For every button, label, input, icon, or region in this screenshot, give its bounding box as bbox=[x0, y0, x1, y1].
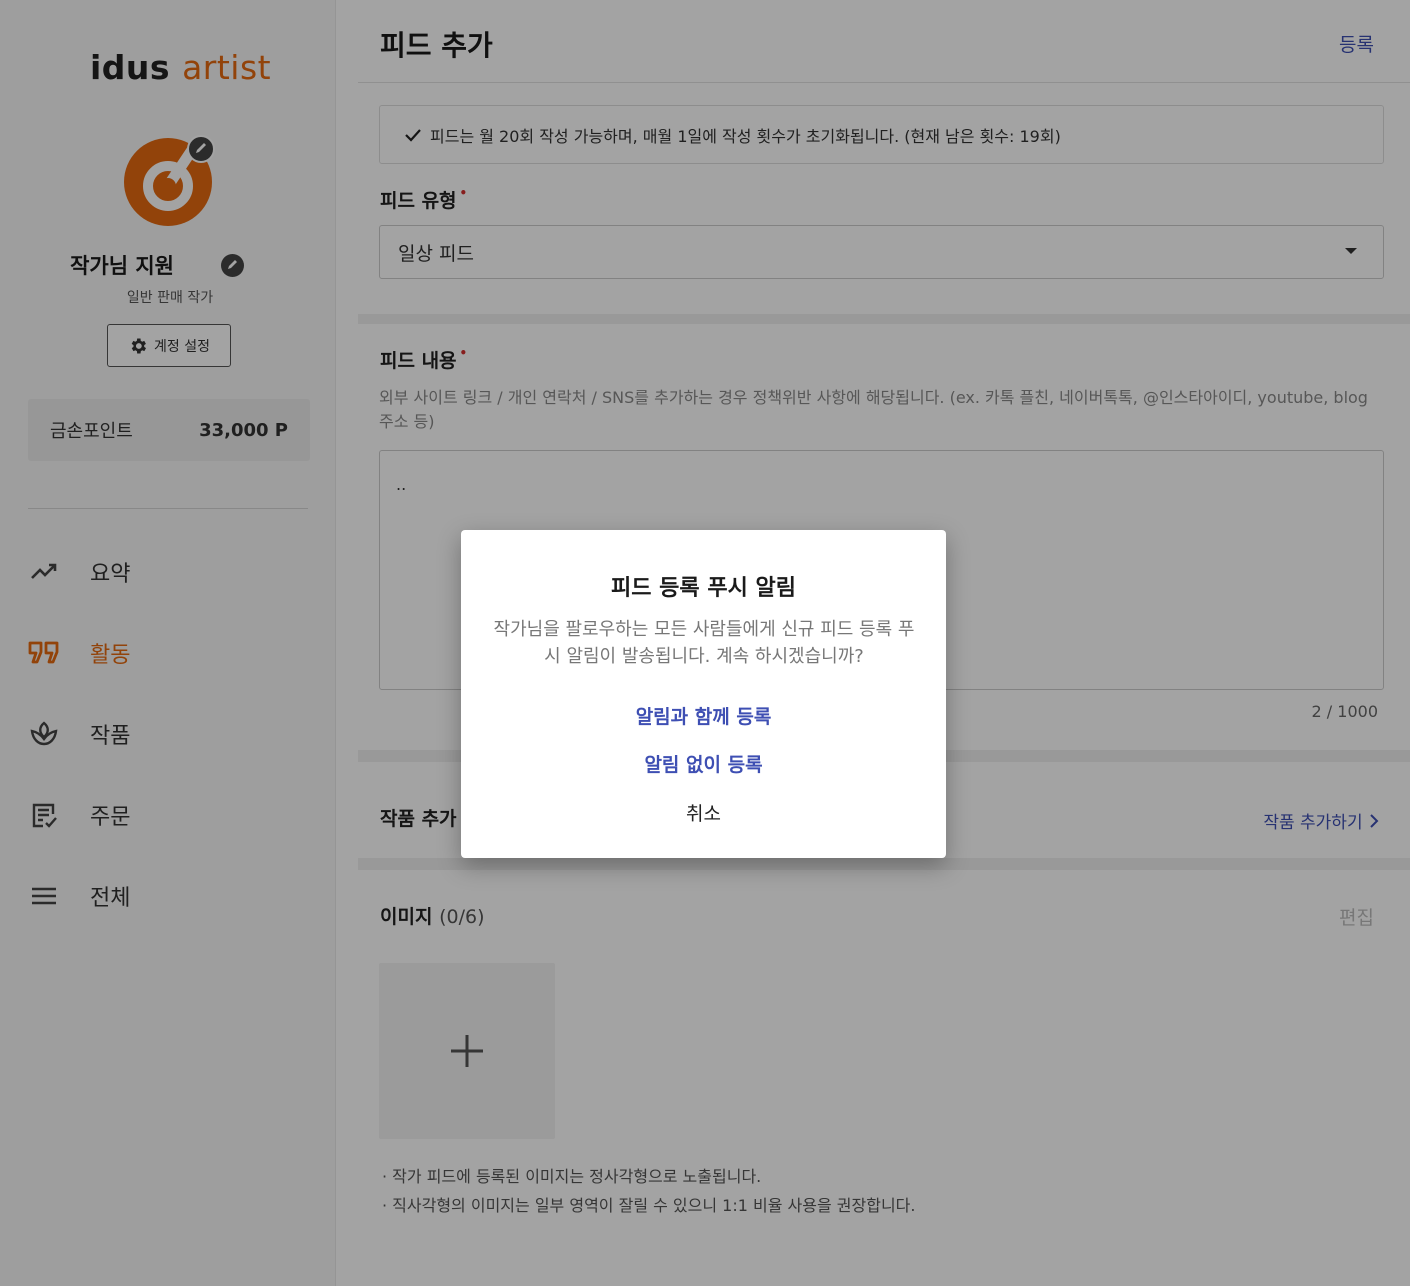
cancel-button[interactable]: 취소 bbox=[461, 799, 946, 826]
dialog-title: 피드 등록 푸시 알림 bbox=[611, 576, 796, 601]
register-with-push-button[interactable]: 알림과 함께 등록 bbox=[461, 702, 946, 729]
dialog-message: 작가님을 팔로우하는 모든 사람들에게 신규 피드 등록 푸시 알림이 발송됩니… bbox=[493, 619, 915, 667]
push-notification-dialog: 피드 등록 푸시 알림 작가님을 팔로우하는 모든 사람들에게 신규 피드 등록… bbox=[461, 530, 946, 858]
register-without-push-button[interactable]: 알림 없이 등록 bbox=[461, 750, 946, 777]
